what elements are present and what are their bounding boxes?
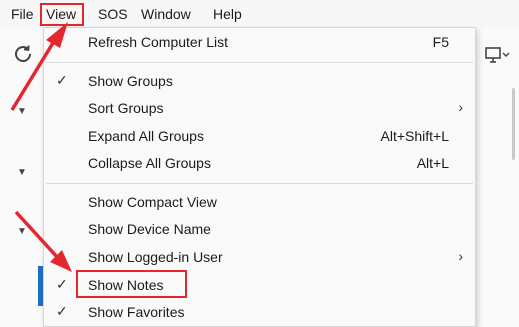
- menu-item-label: Show Compact View: [88, 194, 217, 210]
- menu-item-label: Sort Groups: [88, 100, 164, 116]
- scrollbar-thumb[interactable]: [512, 88, 515, 160]
- refresh-icon[interactable]: [12, 43, 34, 65]
- menu-separator: [46, 183, 473, 184]
- check-icon: ✓: [56, 276, 68, 292]
- menu-item-shortcut: F5: [432, 34, 449, 50]
- menu-sos[interactable]: SOS: [98, 0, 128, 28]
- highlight-view-menu: [40, 3, 84, 26]
- menu-item-collapse-all-groups[interactable]: Collapse All Groups Alt+L: [44, 150, 475, 177]
- chevron-right-icon: ›: [458, 248, 463, 264]
- menu-item-label: Refresh Computer List: [88, 34, 229, 50]
- menu-item-sort-groups[interactable]: Sort Groups ›: [44, 95, 475, 122]
- menu-item-label: Show Groups: [88, 73, 173, 89]
- menu-item-label: Collapse All Groups: [88, 155, 211, 171]
- monitor-icon[interactable]: [484, 44, 510, 66]
- menu-item-label: Show Favorites: [88, 304, 185, 320]
- menu-item-expand-all-groups[interactable]: Expand All Groups Alt+Shift+L: [44, 123, 475, 150]
- triangle-down-icon[interactable]: ▼: [17, 106, 27, 117]
- menu-item-show-favorites[interactable]: ✓ Show Favorites: [44, 299, 475, 326]
- triangle-down-icon[interactable]: ▼: [17, 226, 27, 237]
- menu-item-show-compact-view[interactable]: Show Compact View: [44, 189, 475, 216]
- menu-file[interactable]: File: [11, 0, 34, 28]
- menu-item-show-logged-in-user[interactable]: Show Logged-in User ›: [44, 244, 475, 271]
- chevron-right-icon: ›: [458, 99, 463, 115]
- menu-item-refresh-computer-list[interactable]: Refresh Computer List F5: [44, 29, 475, 56]
- menu-item-label: Show Logged-in User: [88, 249, 223, 265]
- menu-item-show-device-name[interactable]: Show Device Name: [44, 216, 475, 243]
- check-icon: ✓: [56, 303, 68, 319]
- menu-separator: [46, 62, 473, 63]
- menu-item-shortcut: Alt+L: [416, 155, 449, 171]
- menu-item-shortcut: Alt+Shift+L: [380, 128, 450, 144]
- highlight-show-notes: [76, 270, 187, 298]
- menu-window[interactable]: Window: [141, 0, 191, 28]
- check-icon: ✓: [56, 72, 68, 88]
- menu-item-label: Show Device Name: [88, 221, 211, 237]
- menu-help[interactable]: Help: [213, 0, 242, 28]
- menu-item-label: Expand All Groups: [88, 128, 204, 144]
- triangle-down-icon[interactable]: ▼: [17, 167, 27, 178]
- menu-item-show-groups[interactable]: ✓ Show Groups: [44, 68, 475, 95]
